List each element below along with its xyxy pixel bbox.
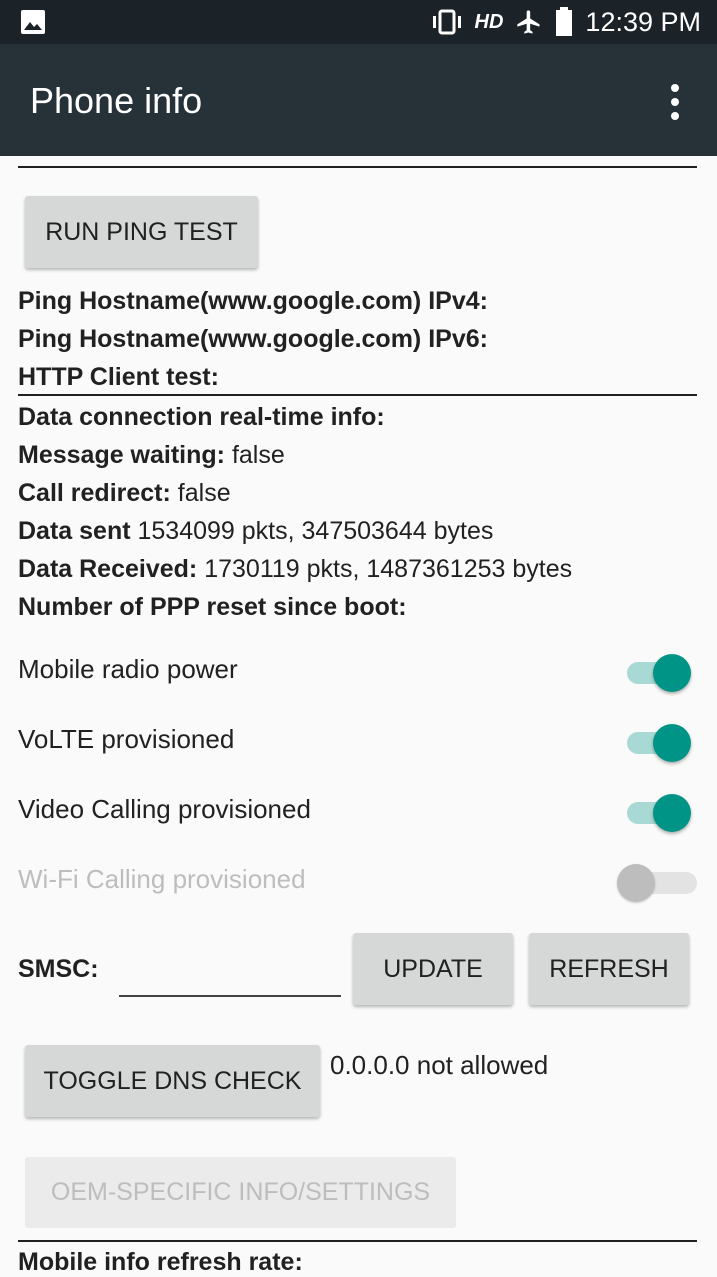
divider bbox=[18, 394, 697, 396]
divider bbox=[18, 1240, 697, 1242]
http-client-label: HTTP Client test: bbox=[18, 363, 219, 391]
call-redirect-label: Call redirect: bbox=[18, 479, 171, 507]
wifi-calling-provisioned-toggle bbox=[617, 864, 697, 902]
call-redirect-line: Call redirect: false bbox=[18, 479, 231, 508]
oem-specific-info-button: OEM-SPECIFIC INFO/SETTINGS bbox=[25, 1157, 456, 1228]
page-title: Phone info bbox=[30, 80, 203, 121]
volte-provisioned-toggle[interactable] bbox=[627, 724, 691, 762]
toggle-dns-check-button[interactable]: TOGGLE DNS CHECK bbox=[25, 1045, 320, 1117]
switch-label: Wi-Fi Calling provisioned bbox=[18, 864, 306, 894]
volte-provisioned-row[interactable]: VoLTE provisioned bbox=[0, 714, 717, 764]
dns-status: 0.0.0.0 not allowed bbox=[330, 1050, 549, 1080]
refresh-button[interactable]: REFRESH bbox=[529, 933, 689, 1005]
wifi-calling-provisioned-row: Wi-Fi Calling provisioned bbox=[0, 854, 717, 904]
switch-label: Video Calling provisioned bbox=[18, 794, 311, 824]
airplane-icon bbox=[517, 10, 540, 34]
video-calling-provisioned-toggle[interactable] bbox=[627, 794, 691, 832]
data-sent-line: Data sent 1534099 pkts, 347503644 bytes bbox=[18, 517, 493, 546]
mobile-radio-power-toggle[interactable] bbox=[627, 654, 691, 692]
message-waiting-value: false bbox=[231, 441, 285, 469]
switch-label: VoLTE provisioned bbox=[18, 724, 235, 754]
ppp-reset-label: Number of PPP reset since boot: bbox=[18, 593, 407, 621]
ping-ipv4-label: Ping Hostname(www.google.com) IPv4: bbox=[18, 287, 488, 315]
data-sent-value: 1534099 pkts, 347503644 bytes bbox=[137, 517, 494, 545]
mobile-radio-power-row[interactable]: Mobile radio power bbox=[0, 644, 717, 694]
clock: 12:39 PM bbox=[585, 6, 701, 37]
data-received-value: 1730119 pkts, 1487361253 bytes bbox=[204, 555, 573, 583]
vibrate-icon bbox=[432, 9, 461, 35]
ppp-reset-line: Number of PPP reset since boot: bbox=[18, 593, 407, 622]
battery-icon bbox=[556, 7, 573, 36]
mobile-refresh-rate-line: Mobile info refresh rate: bbox=[18, 1248, 303, 1277]
update-button[interactable]: UPDATE bbox=[353, 933, 513, 1005]
switch-label: Mobile radio power bbox=[18, 654, 238, 684]
data-sent-label: Data sent bbox=[18, 517, 131, 545]
mobile-refresh-rate-label: Mobile info refresh rate: bbox=[18, 1248, 303, 1276]
video-calling-provisioned-row[interactable]: Video Calling provisioned bbox=[0, 784, 717, 834]
app-bar: Phone info bbox=[0, 44, 717, 156]
data-received-line: Data Received: 1730119 pkts, 1487361253 … bbox=[18, 555, 572, 584]
message-waiting-label: Message waiting: bbox=[18, 441, 225, 469]
data-received-label: Data Received: bbox=[18, 555, 198, 583]
data-connection-line: Data connection real-time info: bbox=[18, 403, 385, 432]
divider bbox=[18, 166, 697, 168]
more-vert-icon[interactable] bbox=[663, 84, 687, 120]
run-ping-test-button[interactable]: RUN PING TEST bbox=[25, 196, 258, 268]
ping-ipv4-line: Ping Hostname(www.google.com) IPv4: bbox=[18, 287, 488, 316]
smsc-label: SMSC: bbox=[18, 955, 99, 983]
message-waiting-line: Message waiting: false bbox=[18, 441, 285, 470]
smsc-input[interactable] bbox=[119, 945, 341, 997]
ping-ipv6-label: Ping Hostname(www.google.com) IPv6: bbox=[18, 325, 488, 353]
status-bar: HD 12:39 PM bbox=[0, 0, 717, 44]
status-icons: HD 12:39 PM bbox=[431, 0, 701, 44]
hd-icon: HD bbox=[474, 10, 504, 33]
image-icon bbox=[21, 10, 45, 34]
call-redirect-value: false bbox=[177, 479, 231, 507]
ping-ipv6-line: Ping Hostname(www.google.com) IPv6: bbox=[18, 325, 488, 354]
http-client-line: HTTP Client test: bbox=[18, 363, 219, 392]
data-connection-label: Data connection real-time info: bbox=[18, 403, 385, 431]
